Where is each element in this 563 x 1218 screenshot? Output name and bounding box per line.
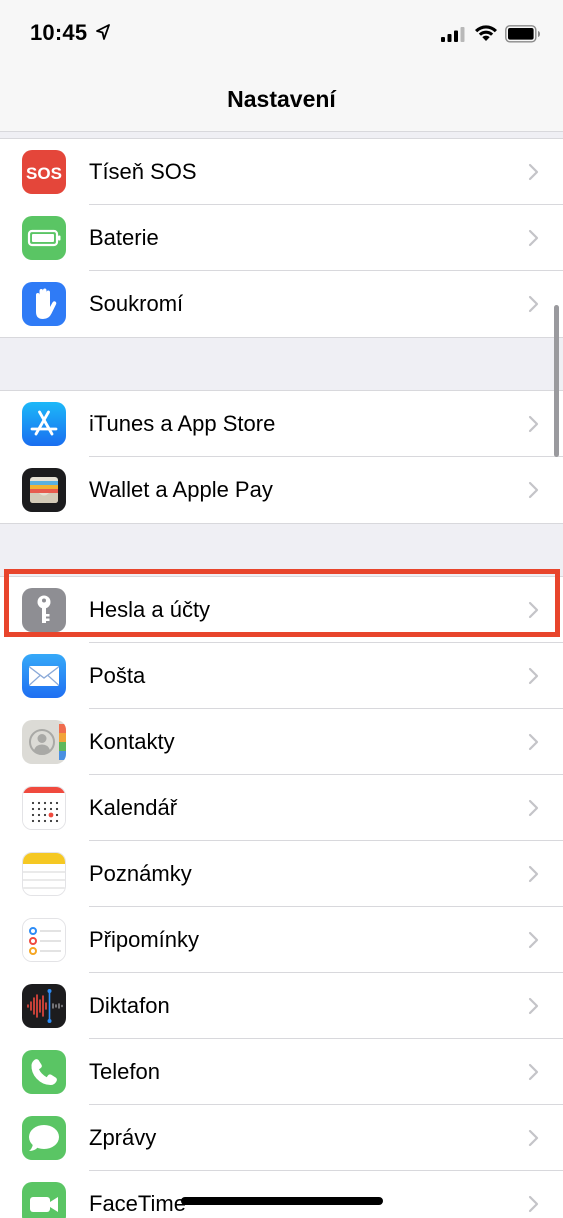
status-bar: 10:45 xyxy=(0,0,563,66)
settings-group: SOS Tíseň SOS Baterie Soukromí xyxy=(0,138,563,338)
row-label: Diktafon xyxy=(89,993,170,1018)
app-store-icon xyxy=(22,402,66,446)
settings-row-messages[interactable]: Zprávy xyxy=(0,1105,563,1171)
chevron-right-icon xyxy=(528,667,539,685)
row-label: Telefon xyxy=(89,1059,160,1084)
chevron-right-icon xyxy=(528,733,539,751)
page-title: Nastavení xyxy=(227,86,336,112)
sos-icon: SOS xyxy=(22,150,66,194)
settings-row-reminders[interactable]: Připomínky xyxy=(0,907,563,973)
location-arrow-icon xyxy=(96,24,110,40)
settings-row-wallet[interactable]: Wallet a Apple Pay xyxy=(0,457,563,523)
chevron-right-icon xyxy=(528,601,539,619)
facetime-icon xyxy=(22,1182,66,1218)
chevron-right-icon xyxy=(528,481,539,499)
sos-icon-text: SOS xyxy=(26,164,62,183)
row-label: Kontakty xyxy=(89,729,175,754)
mail-icon xyxy=(22,654,66,698)
chevron-right-icon xyxy=(528,295,539,313)
contacts-icon xyxy=(22,720,66,764)
settings-screen: 10:45 Nastavení SOS Tíseň SOS Baterie So… xyxy=(0,0,563,1218)
messages-icon xyxy=(22,1116,66,1160)
settings-group: Hesla a účty Pošta Kontakty Kalendář Poz… xyxy=(0,576,563,1218)
settings-row-battery[interactable]: Baterie xyxy=(0,205,563,271)
settings-row-contacts[interactable]: Kontakty xyxy=(0,709,563,775)
chevron-right-icon xyxy=(528,229,539,247)
settings-group: iTunes a App Store Wallet a Apple Pay xyxy=(0,390,563,524)
settings-row-sos[interactable]: SOS Tíseň SOS xyxy=(0,139,563,205)
reminders-icon xyxy=(22,918,66,962)
row-label: Baterie xyxy=(89,225,159,250)
settings-row-mail[interactable]: Pošta xyxy=(0,643,563,709)
battery-icon xyxy=(505,25,540,43)
row-label: Zprávy xyxy=(89,1125,157,1150)
chevron-right-icon xyxy=(528,997,539,1015)
chevron-right-icon xyxy=(528,1129,539,1147)
settings-row-notes[interactable]: Poznámky xyxy=(0,841,563,907)
chevron-right-icon xyxy=(528,1063,539,1081)
calendar-icon xyxy=(22,786,66,830)
settings-list: SOS Tíseň SOS Baterie Soukromí iTunes a … xyxy=(0,138,563,1218)
row-label: Tíseň SOS xyxy=(89,159,197,184)
row-label: Pošta xyxy=(89,663,146,688)
row-label: Připomínky xyxy=(89,927,200,952)
settings-row-passwords[interactable]: Hesla a účty xyxy=(0,577,563,643)
status-time: 10:45 xyxy=(30,20,88,45)
chevron-right-icon xyxy=(528,163,539,181)
settings-row-itunes[interactable]: iTunes a App Store xyxy=(0,391,563,457)
home-indicator[interactable] xyxy=(181,1197,383,1205)
cellular-signal-icon xyxy=(441,27,465,42)
chevron-right-icon xyxy=(528,799,539,817)
row-label: Hesla a účty xyxy=(89,597,211,622)
chevron-right-icon xyxy=(528,415,539,433)
voice-memos-icon xyxy=(22,984,66,1028)
chevron-right-icon xyxy=(528,931,539,949)
navigation-bar: Nastavení xyxy=(0,66,563,132)
notes-icon xyxy=(22,852,66,896)
settings-row-calendar[interactable]: Kalendář xyxy=(0,775,563,841)
battery-app-icon xyxy=(22,216,66,260)
chevron-right-icon xyxy=(528,1195,539,1213)
row-label: Poznámky xyxy=(89,861,192,886)
row-label: Soukromí xyxy=(89,291,184,316)
row-label: Wallet a Apple Pay xyxy=(89,477,273,502)
hand-icon xyxy=(22,282,66,326)
settings-row-voice-memos[interactable]: Diktafon xyxy=(0,973,563,1039)
phone-icon xyxy=(22,1050,66,1094)
row-label: Kalendář xyxy=(89,795,178,820)
settings-row-phone[interactable]: Telefon xyxy=(0,1039,563,1105)
key-icon xyxy=(22,588,66,632)
wallet-icon xyxy=(22,468,66,512)
row-label: FaceTime xyxy=(89,1191,186,1216)
wifi-icon xyxy=(475,25,497,41)
row-label: iTunes a App Store xyxy=(89,411,276,436)
chevron-right-icon xyxy=(528,865,539,883)
scroll-indicator[interactable] xyxy=(554,305,559,457)
settings-row-facetime[interactable]: FaceTime xyxy=(0,1171,563,1218)
settings-row-privacy[interactable]: Soukromí xyxy=(0,271,563,337)
